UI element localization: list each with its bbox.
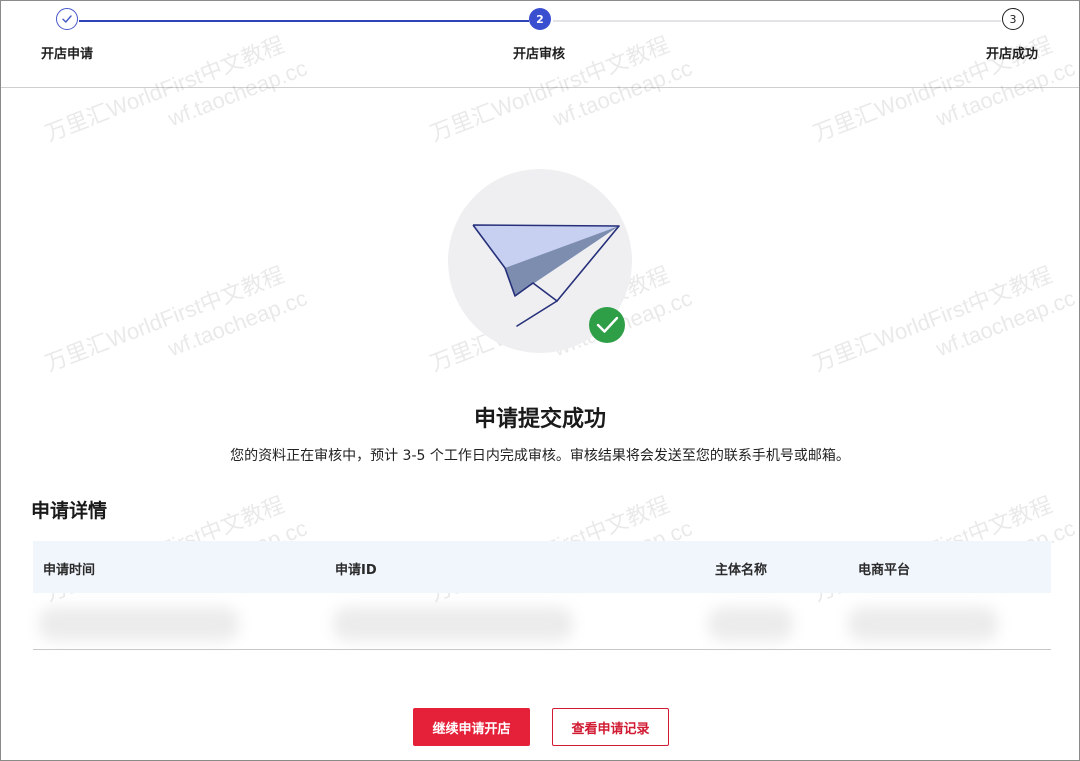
column-header-time: 申请时间 bbox=[43, 563, 96, 578]
success-description: 您的资料正在审核中，预计 3-5 个工作日内完成审核。审核结果将会发送至您的联系… bbox=[230, 448, 850, 464]
step-1-check-icon bbox=[56, 8, 78, 30]
check-icon bbox=[62, 15, 72, 23]
redacted-cell-entity-name bbox=[708, 607, 793, 641]
table-row bbox=[33, 597, 1051, 649]
details-table-header: 申请时间 申请ID 主体名称 电商平台 bbox=[33, 541, 1051, 593]
column-header-platform: 电商平台 bbox=[858, 563, 911, 578]
watermark: 万里汇WorldFirst中文教程wf.taocheap.cc bbox=[809, 261, 1079, 377]
step-3-marker: 3 bbox=[1002, 8, 1024, 30]
redacted-cell-id bbox=[333, 607, 573, 641]
redacted-cell-platform bbox=[848, 607, 998, 641]
submission-illustration bbox=[448, 169, 632, 353]
step-1-label: 开店申请 bbox=[41, 47, 94, 62]
step-3-label: 开店成功 bbox=[986, 47, 1039, 62]
success-title: 申请提交成功 bbox=[473, 407, 606, 432]
redacted-cell-time bbox=[39, 607, 239, 641]
table-divider bbox=[33, 649, 1051, 650]
details-section-title: 申请详情 bbox=[31, 500, 108, 522]
application-status-page: 2 3 开店申请 开店审核 开店成功 万里汇WorldFirst中文教程 wf.t… bbox=[0, 0, 1080, 761]
column-header-id: 申请ID bbox=[335, 563, 377, 578]
step-connector-pending bbox=[553, 20, 1001, 22]
step-2-marker: 2 bbox=[529, 8, 551, 30]
step-2-label: 开店审核 bbox=[513, 47, 566, 62]
step-connector-completed bbox=[79, 20, 529, 22]
check-circle-icon bbox=[589, 307, 625, 343]
column-header-entity-name: 主体名称 bbox=[715, 563, 768, 578]
watermark: 万里汇WorldFirst中文教程wf.taocheap.cc bbox=[41, 261, 311, 377]
progress-stepper: 2 3 开店申请 开店审核 开店成功 bbox=[1, 1, 1079, 88]
view-records-button[interactable]: 查看申请记录 bbox=[552, 708, 669, 746]
continue-apply-button[interactable]: 继续申请开店 bbox=[413, 708, 530, 746]
